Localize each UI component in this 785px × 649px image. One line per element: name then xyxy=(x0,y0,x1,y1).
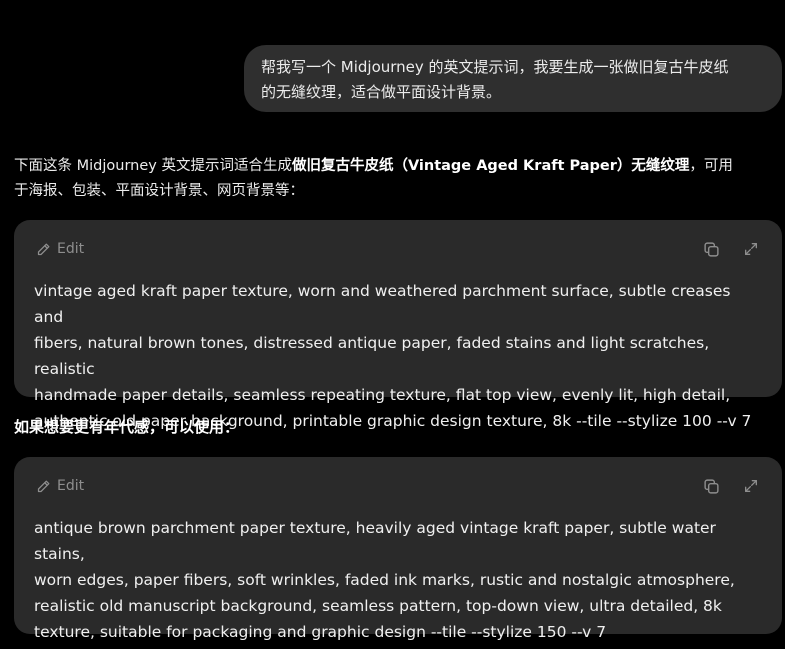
prompt-text[interactable]: vintage aged kraft paper texture, worn a… xyxy=(34,278,764,434)
copy-icon xyxy=(703,478,719,494)
intro-text-start: 下面这条 Midjourney 英文提示词适合生成 xyxy=(14,158,292,174)
prompt-code-block-2: Edit antique brown parchment paper textu… xyxy=(14,457,782,641)
intro-text-bold: 做旧复古牛皮纸（Vintage Aged Kraft Paper）无缝纹理 xyxy=(291,158,690,174)
edit-button-label: Edit xyxy=(57,241,85,257)
intro-text-line-2: 于海报、包装、平面设计背景、网页背景等： xyxy=(14,183,304,199)
assistant-intro-text: 下面这条 Midjourney 英文提示词适合生成做旧复古牛皮纸（Vintage… xyxy=(14,154,785,204)
expand-icon xyxy=(745,480,757,492)
prompt-text[interactable]: antique brown parchment paper texture, h… xyxy=(34,515,764,645)
edit-button[interactable]: Edit xyxy=(36,238,84,260)
copy-icon xyxy=(703,241,719,257)
user-message-line-2: 的无缝纹理，适合做平面设计背景。 xyxy=(261,83,502,101)
user-message-bubble: 帮我写一个 Midjourney 的英文提示词，我要生成一张做旧复古牛皮纸 的无… xyxy=(244,45,782,112)
intro-text-end: ，可用 xyxy=(689,158,733,174)
pencil-icon xyxy=(37,243,50,255)
edit-button[interactable]: Edit xyxy=(36,475,84,497)
user-message-line-1: 帮我写一个 Midjourney 的英文提示词，我要生成一张做旧复古牛皮纸 xyxy=(261,58,729,76)
pencil-icon xyxy=(37,480,50,492)
expand-button[interactable] xyxy=(741,239,761,259)
code-block-header: Edit xyxy=(14,457,782,513)
section-heading: 如果想要更有年代感，可以使用： xyxy=(14,418,240,436)
copy-button[interactable] xyxy=(701,476,721,496)
code-block-header: Edit xyxy=(14,220,782,276)
edit-button-label: Edit xyxy=(57,478,85,494)
expand-icon xyxy=(745,243,757,255)
expand-button[interactable] xyxy=(741,476,761,496)
prompt-code-block-1: Edit vintage aged kraft paper texture, w… xyxy=(14,220,782,430)
copy-button[interactable] xyxy=(701,239,721,259)
